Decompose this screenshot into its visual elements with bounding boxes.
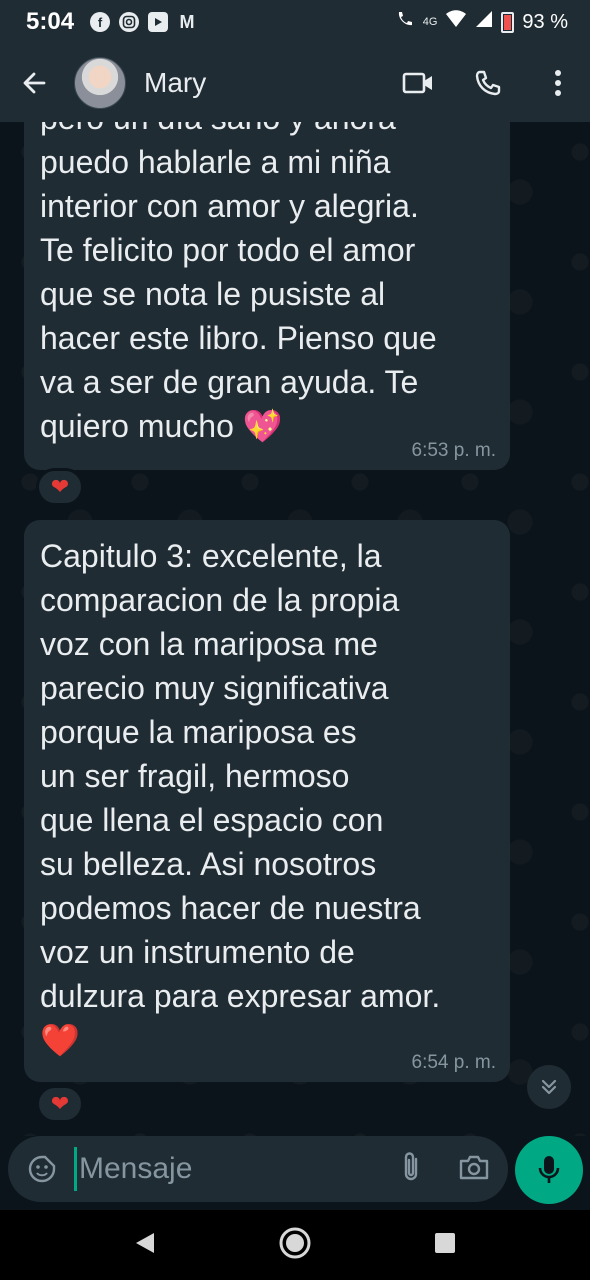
message-time: 6:54 p. m. <box>411 1052 497 1073</box>
composer-actions <box>400 1151 490 1188</box>
avatar[interactable] <box>74 57 126 109</box>
message-reaction[interactable]: ❤ <box>36 468 84 506</box>
message-bubble[interactable]: Capitulo 3: excelente, la comparacion de… <box>24 520 510 1082</box>
contact-name[interactable]: Mary <box>144 67 206 99</box>
attach-icon[interactable] <box>400 1151 422 1188</box>
instagram-icon <box>119 12 140 32</box>
battery-percent: 93 % <box>522 10 568 33</box>
double-chevron-down-icon <box>541 1079 557 1095</box>
message-bubble[interactable]: pero un día sano y ahora puedo hablarle … <box>24 122 510 470</box>
voice-message-button[interactable] <box>515 1136 583 1204</box>
status-time: 5:04 <box>26 8 75 35</box>
nav-recents-icon[interactable] <box>434 1232 456 1259</box>
header-actions <box>402 67 574 99</box>
camera-icon[interactable] <box>458 1153 490 1186</box>
youtube-icon <box>148 12 169 32</box>
emoji-sticker-icon[interactable] <box>26 1153 58 1185</box>
battery-icon <box>501 11 515 33</box>
chat-header: Mary <box>0 44 590 122</box>
status-bar: 5:04 f M 4G 93 % <box>0 0 590 44</box>
network-type: 4G <box>422 16 438 28</box>
gmail-icon: M <box>179 11 195 32</box>
signal-icon <box>475 10 493 34</box>
message-text: Capitulo 3: excelente, la comparacion de… <box>40 538 441 1058</box>
notification-icons: f M <box>90 12 197 32</box>
system-indicators: 4G 93 % <box>395 9 568 35</box>
scroll-to-bottom-button[interactable] <box>527 1065 571 1109</box>
wifi-icon <box>445 10 467 34</box>
message-time: 6:53 p. m. <box>411 440 497 461</box>
message-reaction[interactable]: ❤ <box>36 1085 84 1123</box>
message-list[interactable]: pero un día sano y ahora puedo hablarle … <box>0 122 590 1136</box>
nav-back-icon[interactable] <box>134 1231 156 1260</box>
video-call-icon[interactable] <box>402 67 434 99</box>
microphone-icon <box>538 1156 560 1183</box>
message-composer <box>8 1136 508 1202</box>
message-text: pero un día sano y ahora puedo hablarle … <box>40 122 437 444</box>
nav-home-icon[interactable] <box>278 1226 312 1265</box>
more-options-icon[interactable] <box>542 67 574 99</box>
wifi-call-icon <box>395 9 415 35</box>
phone-icon[interactable] <box>472 67 504 99</box>
back-arrow-icon[interactable] <box>20 68 50 98</box>
facebook-icon: f <box>90 12 111 32</box>
system-navigation-bar <box>0 1210 590 1280</box>
message-input[interactable] <box>74 1147 374 1191</box>
